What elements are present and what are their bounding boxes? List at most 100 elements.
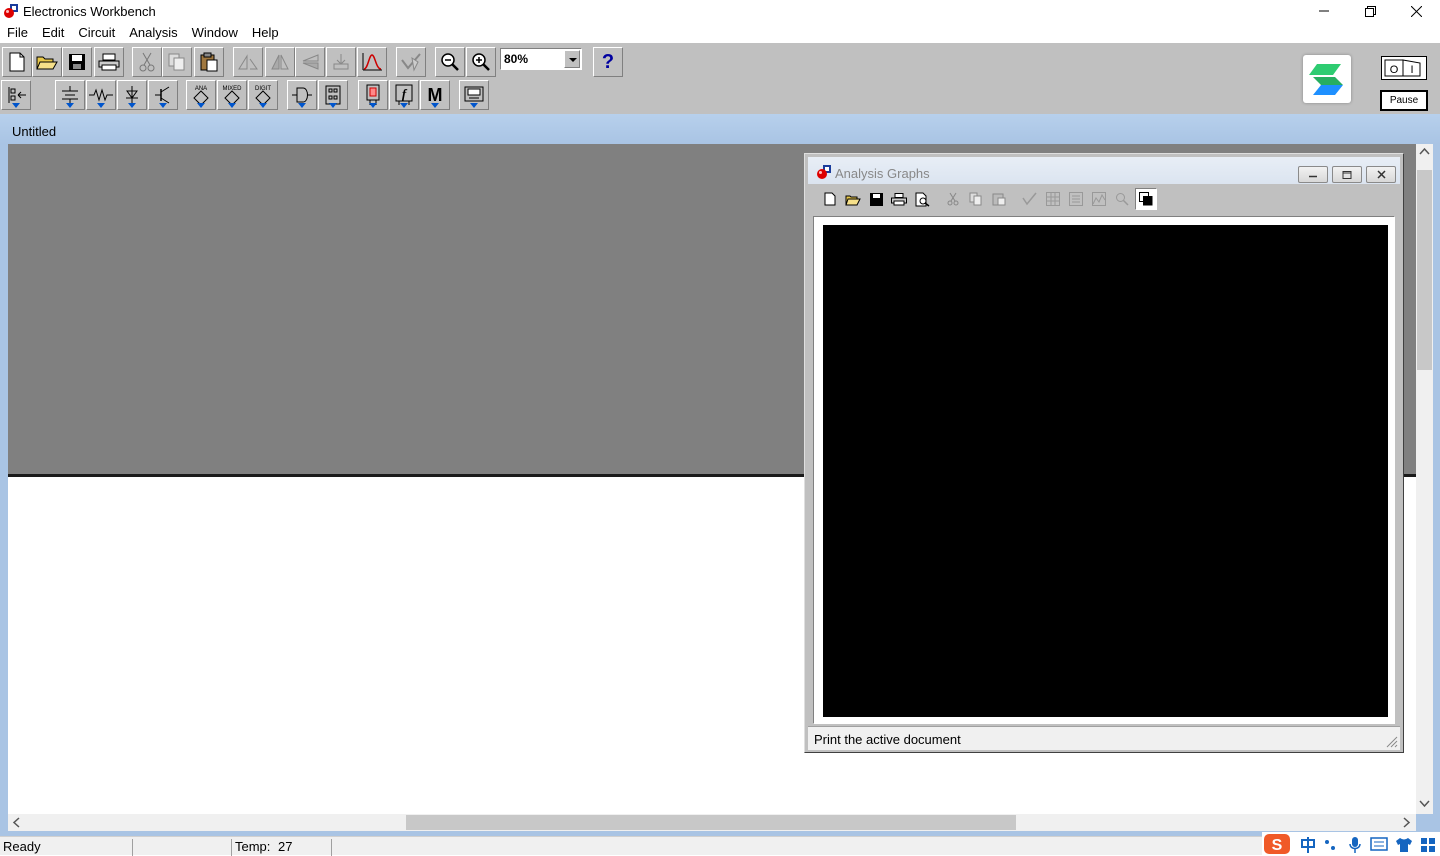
sources-bin-button[interactable] (55, 80, 85, 110)
ag-legend-button[interactable] (1065, 188, 1087, 210)
help-button[interactable]: ? (593, 47, 623, 77)
keyboard-icon[interactable] (1370, 837, 1388, 851)
analog-ics-bin-button[interactable]: ANA (186, 80, 216, 110)
vertical-scroll-thumb[interactable] (1417, 170, 1432, 370)
zoom-select[interactable]: 80% (500, 48, 582, 70)
transistor-icon (155, 86, 170, 104)
ag-print-preview-button[interactable] (911, 188, 933, 210)
restore-button[interactable] (1347, 0, 1393, 22)
diode-icon (126, 86, 138, 104)
scroll-down-icon[interactable] (1419, 800, 1430, 808)
grid-icon (1046, 192, 1060, 206)
microphone-icon[interactable] (1348, 836, 1362, 854)
flip-horizontal-button[interactable] (265, 47, 295, 77)
save-button[interactable] (62, 47, 92, 77)
ag-properties-button[interactable] (1019, 188, 1041, 210)
menu-window[interactable]: Window (185, 22, 245, 42)
ag-toggle-background-button[interactable] (1135, 188, 1157, 210)
paste-clipboard-icon (200, 52, 218, 72)
create-subcircuit-button[interactable] (357, 47, 387, 77)
menu-analysis[interactable]: Analysis (122, 22, 184, 42)
save-disk-icon (69, 54, 85, 70)
menu-help[interactable]: Help (245, 22, 286, 42)
open-button[interactable] (32, 47, 62, 77)
ag-zoom-button[interactable] (1111, 188, 1133, 210)
dropdown-arrow-icon (128, 103, 136, 108)
chinese-input-icon[interactable] (1300, 837, 1316, 853)
check-button[interactable] (396, 47, 426, 77)
copy-button[interactable] (162, 47, 192, 77)
dropdown-arrow-icon (66, 103, 74, 108)
digital-bin-button[interactable] (318, 80, 348, 110)
vertical-scrollbar[interactable] (1416, 144, 1433, 814)
zoom-in-button[interactable] (466, 47, 496, 77)
power-switch-icon: O I (1384, 59, 1421, 77)
zoom-value: 80% (504, 52, 529, 66)
skin-shirt-icon[interactable] (1395, 837, 1413, 853)
component-icon (333, 54, 349, 70)
logic-gates-bin-button[interactable] (287, 80, 317, 110)
toolbox-grid-icon[interactable] (1420, 837, 1436, 853)
main-toolbar: 80% ? (0, 46, 640, 78)
ag-paste-button[interactable] (988, 188, 1010, 210)
graph-plot-area[interactable] (823, 225, 1388, 717)
rotate-button[interactable] (233, 47, 263, 77)
ag-open-button[interactable] (842, 188, 864, 210)
scroll-right-icon[interactable] (1403, 817, 1411, 828)
close-button[interactable] (1393, 0, 1439, 22)
transistors-bin-button[interactable] (148, 80, 178, 110)
menu-bar: File Edit Circuit Analysis Window Help (0, 22, 1440, 42)
status-empty-cell (133, 839, 232, 856)
menu-circuit[interactable]: Circuit (71, 22, 122, 42)
ag-grid-button[interactable] (1042, 188, 1064, 210)
minimize-icon (1319, 10, 1329, 12)
minimize-button[interactable] (1301, 0, 1347, 22)
cursor-chart-icon (1092, 192, 1106, 206)
power-switch[interactable]: O I (1381, 56, 1427, 80)
miscellaneous-bin-button[interactable]: M (420, 80, 450, 110)
scroll-up-icon[interactable] (1419, 147, 1430, 155)
punctuation-icon[interactable] (1324, 837, 1338, 853)
ag-print-button[interactable] (888, 188, 910, 210)
system-tray: S (1262, 832, 1440, 856)
resize-grip-icon[interactable] (1386, 736, 1398, 748)
flip-vertical-button[interactable] (295, 47, 325, 77)
pause-button[interactable]: Pause (1380, 90, 1428, 111)
ag-copy-button[interactable] (965, 188, 987, 210)
app-logo (1303, 55, 1351, 103)
ag-minimize-button[interactable] (1298, 166, 1328, 183)
power-on-label: I (1410, 64, 1413, 76)
cut-button[interactable] (132, 47, 162, 77)
horizontal-scroll-thumb[interactable] (406, 815, 1016, 830)
menu-edit[interactable]: Edit (35, 22, 71, 42)
diodes-bin-button[interactable] (117, 80, 147, 110)
ag-new-button[interactable] (819, 188, 841, 210)
ag-cut-button[interactable] (942, 188, 964, 210)
indicators-bin-button[interactable] (358, 80, 388, 110)
digital-ics-bin-button[interactable]: DIGIT (248, 80, 278, 110)
ag-close-button[interactable] (1366, 166, 1396, 183)
input-method-logo-icon[interactable]: S (1262, 832, 1292, 856)
new-button[interactable] (2, 47, 32, 77)
controls-bin-button[interactable]: f (389, 80, 419, 110)
ag-maximize-button[interactable] (1332, 166, 1362, 183)
status-ready: Ready (0, 839, 133, 856)
analysis-graphs-title-bar[interactable]: Analysis Graphs (808, 157, 1400, 184)
print-button[interactable] (94, 47, 124, 77)
ag-save-button[interactable] (865, 188, 887, 210)
mixed-ics-bin-button[interactable]: MIXED (217, 80, 247, 110)
horizontal-scrollbar[interactable] (8, 814, 1416, 831)
menu-file[interactable]: File (0, 22, 35, 42)
analysis-graphs-window[interactable]: Analysis Graphs Print the active documen… (804, 153, 1404, 753)
instruments-bin-button[interactable] (459, 80, 489, 110)
component-properties-button[interactable] (326, 47, 356, 77)
favorites-bin-button[interactable] (1, 80, 31, 110)
zoom-out-button[interactable] (435, 47, 465, 77)
basic-bin-button[interactable] (86, 80, 116, 110)
paste-button[interactable] (194, 47, 224, 77)
toggle-background-icon (1139, 192, 1153, 206)
flip-horizontal-icon (271, 54, 289, 70)
zoom-dropdown-arrow-icon[interactable] (564, 50, 580, 68)
ag-cursors-button[interactable] (1088, 188, 1110, 210)
scroll-left-icon[interactable] (12, 817, 20, 828)
